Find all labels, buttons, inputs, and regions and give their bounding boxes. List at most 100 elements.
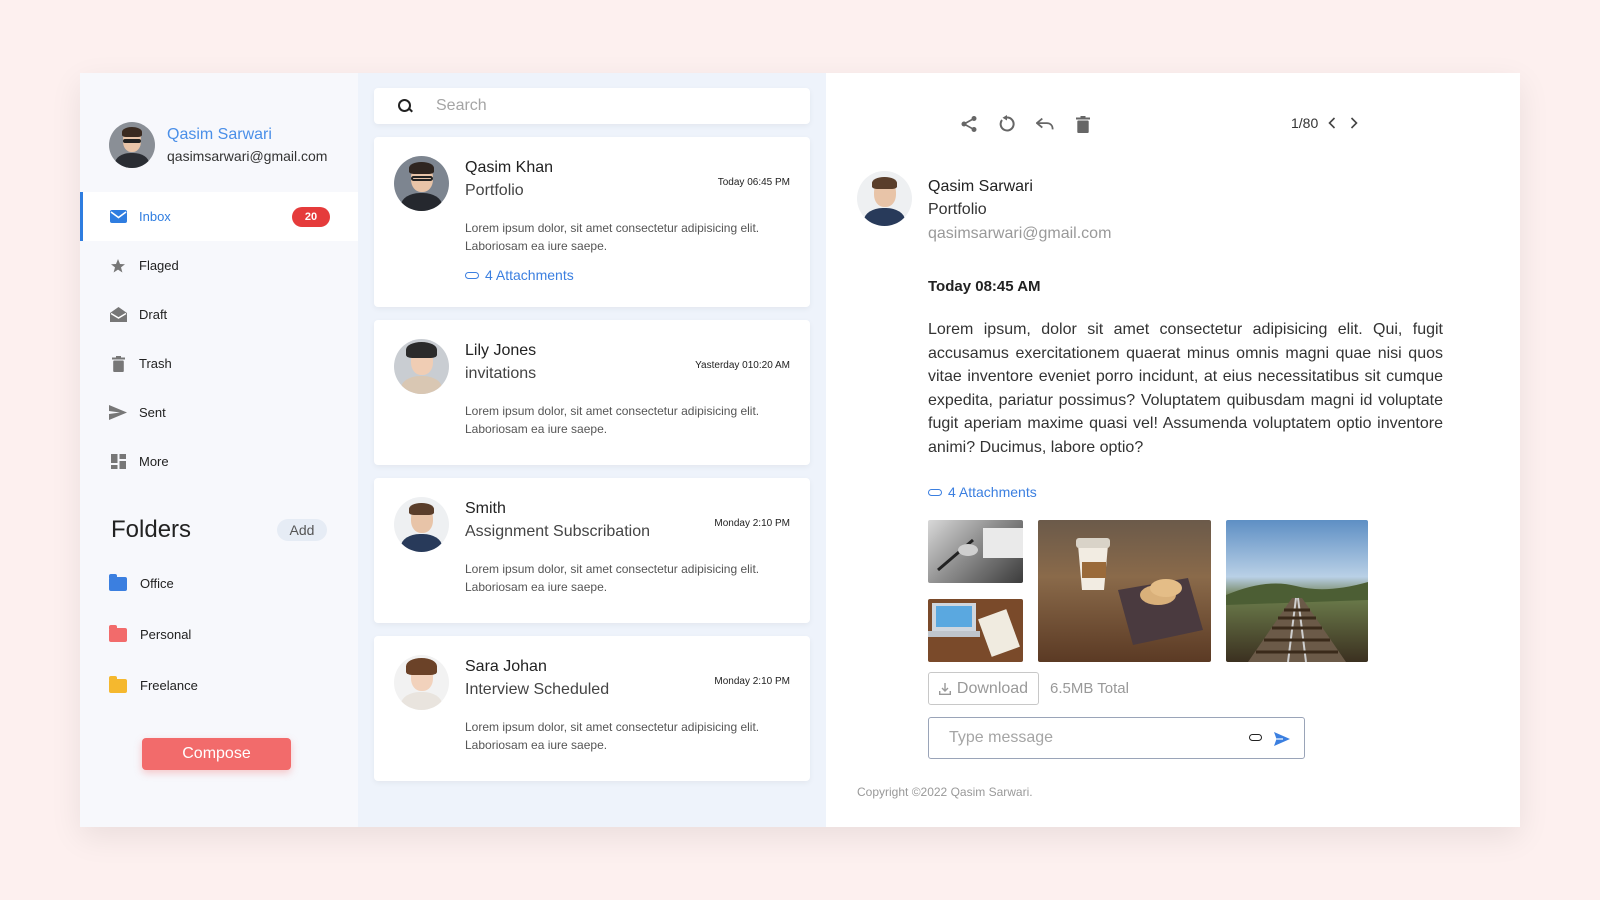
message-preview: Lorem ipsum dolor, sit amet consectetur …	[465, 720, 760, 752]
message-sender: Sara Johan	[465, 658, 547, 675]
sidebar-nav: Inbox 20 Flaged Draft Trash Sent More	[80, 192, 358, 486]
message-sender: Qasim Khan	[465, 159, 554, 176]
avatar	[394, 339, 449, 394]
folder-icon	[109, 624, 127, 642]
paperclip-icon	[928, 488, 942, 496]
avatar	[857, 171, 912, 226]
message-preview: Lorem ipsum dolor, sit amet consectetur …	[465, 221, 760, 253]
sidebar-item-label: Flaged	[139, 258, 179, 273]
open-envelope-icon	[109, 306, 127, 324]
inbox-count-badge: 20	[292, 207, 330, 227]
reading-pane: 1/80 Qasim Sarwari Portfolio qasimsarwar…	[826, 73, 1520, 827]
reply-icon[interactable]	[1036, 115, 1054, 133]
sidebar: Qasim Sarwari qasimsarwari@gmail.com Inb…	[80, 73, 358, 827]
sender-info: Qasim Sarwari Portfolio qasimsarwari@gma…	[857, 171, 1111, 246]
sidebar-item-flaged[interactable]: Flaged	[80, 241, 358, 290]
mail-icon	[109, 208, 127, 226]
search-bar	[374, 88, 810, 124]
message-subject: Portfolio	[928, 201, 987, 218]
star-icon	[109, 257, 127, 275]
message-sender: Smith	[465, 500, 506, 517]
folders-header: Folders Add	[80, 486, 358, 544]
avatar	[394, 497, 449, 552]
profile-name: Qasim Sarwari	[167, 126, 272, 143]
search-input[interactable]	[436, 97, 776, 115]
profile-email: qasimsarwari@gmail.com	[167, 148, 328, 164]
download-button[interactable]: Download	[928, 672, 1039, 705]
send-icon	[109, 404, 127, 422]
message-preview: Lorem ipsum dolor, sit amet consectetur …	[465, 562, 760, 594]
download-icon	[938, 682, 951, 695]
message-body: Lorem ipsum, dolor sit amet consectetur …	[928, 321, 1443, 456]
send-icon[interactable]	[1274, 731, 1290, 747]
sender-email: qasimsarwari@gmail.com	[928, 225, 1112, 242]
folder-list: Office Personal Freelance	[80, 558, 358, 711]
trash-icon	[109, 355, 127, 373]
refresh-icon[interactable]	[998, 115, 1016, 133]
message-preview: Lorem ipsum dolor, sit amet consectetur …	[465, 404, 760, 436]
chevron-right-icon[interactable]	[1346, 115, 1362, 131]
message-card[interactable]: Sara Johan Interview Scheduled Monday 2:…	[374, 636, 810, 781]
search-icon	[398, 99, 412, 113]
folder-label: Personal	[140, 627, 192, 642]
sidebar-item-label: Draft	[139, 307, 168, 322]
avatar	[394, 655, 449, 710]
compose-button[interactable]: Compose	[142, 738, 291, 770]
sidebar-item-trash[interactable]: Trash	[80, 339, 358, 388]
sidebar-item-label: Sent	[139, 405, 166, 420]
message-card[interactable]: Smith Assignment Subscribation Monday 2:…	[374, 478, 810, 623]
message-list: Qasim Khan Portfolio Today 06:45 PM Lore…	[358, 73, 826, 827]
message-time: Yasterday 010:20 AM	[695, 360, 790, 371]
sidebar-item-more[interactable]: More	[80, 437, 358, 486]
attachment-thumbnail[interactable]	[1226, 520, 1368, 662]
message-card[interactable]: Lily Jones invitations Yasterday 010:20 …	[374, 320, 810, 465]
profile[interactable]: Qasim Sarwari qasimsarwari@gmail.com	[80, 73, 358, 185]
message-sender: Lily Jones	[465, 342, 537, 359]
chevron-left-icon[interactable]	[1324, 115, 1340, 131]
attachment-thumbnail[interactable]	[1038, 520, 1211, 662]
folder-icon	[109, 675, 127, 693]
message-input[interactable]	[949, 729, 1229, 747]
sidebar-item-sent[interactable]: Sent	[80, 388, 358, 437]
add-folder-button[interactable]: Add	[277, 519, 327, 541]
pagination: 1/80	[1291, 115, 1362, 131]
avatar	[394, 156, 449, 211]
folder-freelance[interactable]: Freelance	[80, 660, 358, 711]
attachment-thumbnail[interactable]	[928, 520, 1023, 583]
attachments-total-size: 6.5MB Total	[1050, 680, 1129, 697]
attachments-link[interactable]: 4 Attachments	[465, 267, 790, 283]
avatar	[109, 122, 155, 168]
sender-name: Qasim Sarwari	[928, 178, 1033, 195]
paperclip-icon[interactable]	[1249, 734, 1262, 741]
message-time: Monday 2:10 PM	[714, 676, 790, 687]
attachment-thumbnail[interactable]	[928, 599, 1023, 662]
grid-icon	[109, 453, 127, 471]
paperclip-icon	[465, 271, 479, 279]
sidebar-item-inbox[interactable]: Inbox 20	[80, 192, 358, 241]
message-time: Monday 2:10 PM	[714, 518, 790, 529]
folder-label: Freelance	[140, 678, 198, 693]
mail-app: Qasim Sarwari qasimsarwari@gmail.com Inb…	[80, 73, 1520, 827]
folders-title: Folders	[111, 516, 192, 543]
delete-icon[interactable]	[1074, 115, 1092, 133]
folder-label: Office	[140, 576, 174, 591]
sidebar-item-label: Inbox	[139, 209, 171, 224]
message-card[interactable]: Qasim Khan Portfolio Today 06:45 PM Lore…	[374, 137, 810, 307]
download-label: Download	[956, 679, 1029, 697]
folder-personal[interactable]: Personal	[80, 609, 358, 660]
sidebar-item-draft[interactable]: Draft	[80, 290, 358, 339]
reply-box	[928, 717, 1305, 759]
page-indicator: 1/80	[1291, 115, 1319, 131]
attachments-link[interactable]: 4 Attachments	[928, 484, 1037, 500]
message-toolbar	[960, 115, 1092, 133]
attachments-label: 4 Attachments	[948, 484, 1037, 500]
attachments-label: 4 Attachments	[485, 267, 574, 283]
copyright: Copyright ©2022 Qasim Sarwari.	[857, 785, 1033, 799]
share-icon[interactable]	[960, 115, 978, 133]
sidebar-item-label: More	[139, 454, 169, 469]
message-date: Today 08:45 AM	[928, 278, 1041, 295]
folder-icon	[109, 573, 127, 591]
folder-office[interactable]: Office	[80, 558, 358, 609]
sidebar-item-label: Trash	[139, 356, 172, 371]
message-time: Today 06:45 PM	[717, 177, 790, 188]
